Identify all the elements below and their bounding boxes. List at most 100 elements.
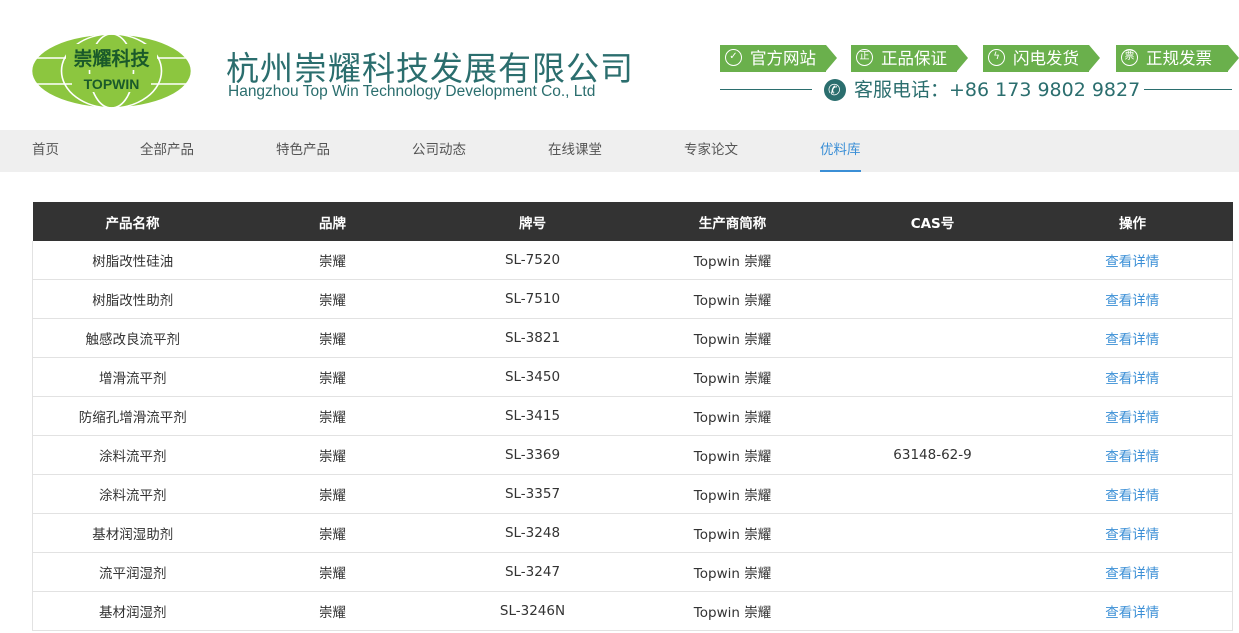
cell-brand: 崇耀 [232, 241, 433, 280]
badge-genuine[interactable]: 正 正品保证 [851, 45, 968, 72]
col-header-brand: 品牌 [232, 202, 433, 241]
cell-product-name: 树脂改性硅油 [32, 241, 233, 280]
cell-manufacturer: Topwin 崇耀 [632, 279, 833, 319]
cell-product-name: 基材润湿助剂 [32, 513, 233, 553]
nav-home[interactable]: 首页 [32, 130, 59, 172]
cell-product-name: 防缩孔增滑流平剂 [32, 396, 233, 436]
view-details-link[interactable]: 查看详情 [1032, 435, 1233, 475]
logo-cn-text: 崇耀科技 [73, 47, 150, 70]
badge-label: 正规发票 [1146, 49, 1212, 68]
divider-right [1144, 89, 1232, 90]
cell-cas [832, 591, 1033, 631]
zheng-circle-icon: 正 [856, 49, 873, 66]
company-name-en: Hangzhou Top Win Technology Development … [228, 83, 596, 100]
badge-label: 闪电发货 [1013, 49, 1079, 68]
badge-fast-delivery[interactable]: ϟ 闪电发货 [983, 45, 1100, 72]
cell-manufacturer: Topwin 崇耀 [632, 357, 833, 397]
cell-manufacturer: Topwin 崇耀 [632, 318, 833, 358]
lightning-icon: ϟ [988, 49, 1005, 66]
cell-grade: SL-3246N [432, 591, 633, 631]
cell-manufacturer: Topwin 崇耀 [632, 435, 833, 475]
phone-icon [824, 79, 846, 101]
nav-featured-products[interactable]: 特色产品 [276, 130, 330, 172]
phone-text: 客服电话：+86 173 9802 9827 [854, 79, 1141, 101]
cell-cas [832, 474, 1033, 514]
cell-product-name: 树脂改性助剂 [32, 279, 233, 319]
cell-grade: SL-7520 [432, 241, 633, 280]
cell-grade: SL-3248 [432, 513, 633, 553]
cell-brand: 崇耀 [232, 396, 433, 436]
cell-brand: 崇耀 [232, 591, 433, 631]
view-details-link[interactable]: 查看详情 [1032, 474, 1233, 514]
cell-grade: SL-3369 [432, 435, 633, 475]
cell-product-name: 增滑流平剂 [32, 357, 233, 397]
cell-cas [832, 241, 1033, 280]
col-header-grade: 牌号 [432, 202, 633, 241]
cell-brand: 崇耀 [232, 474, 433, 514]
logo-en-text: TOPWIN [84, 76, 140, 92]
cell-cas [832, 552, 1033, 592]
badge-label: 官方网站 [750, 49, 816, 68]
cell-cas [832, 513, 1033, 553]
cell-manufacturer: Topwin 崇耀 [632, 591, 833, 631]
cell-cas [832, 318, 1033, 358]
cell-product-name: 流平润湿剂 [32, 552, 233, 592]
view-details-link[interactable]: 查看详情 [1032, 552, 1233, 592]
table-row: 增滑流平剂 崇耀 SL-3450 Topwin 崇耀 查看详情 [32, 357, 1233, 397]
badge-invoice[interactable]: 票 正规发票 [1116, 45, 1239, 72]
cell-grade: SL-3415 [432, 396, 633, 436]
cell-cas [832, 279, 1033, 319]
table-row: 流平润湿剂 崇耀 SL-3247 Topwin 崇耀 查看详情 [32, 552, 1233, 592]
nav-material-library[interactable]: 优料库 [820, 130, 861, 172]
cell-brand: 崇耀 [232, 552, 433, 592]
cell-grade: SL-3247 [432, 552, 633, 592]
col-header-manufacturer: 生产商简称 [632, 202, 833, 241]
table-row: 涂料流平剂 崇耀 SL-3369 Topwin 崇耀 63148-62-9 查看… [32, 435, 1233, 475]
check-circle-icon: ✓ [725, 49, 742, 66]
nav-company-news[interactable]: 公司动态 [412, 130, 466, 172]
nav-expert-papers[interactable]: 专家论文 [684, 130, 738, 172]
view-details-link[interactable]: 查看详情 [1032, 396, 1233, 436]
view-details-link[interactable]: 查看详情 [1032, 279, 1233, 319]
cell-manufacturer: Topwin 崇耀 [632, 552, 833, 592]
view-details-link[interactable]: 查看详情 [1032, 357, 1233, 397]
table-row: 树脂改性助剂 崇耀 SL-7510 Topwin 崇耀 查看详情 [32, 279, 1233, 319]
nav-online-class[interactable]: 在线课堂 [548, 130, 602, 172]
cell-grade: SL-7510 [432, 279, 633, 319]
cell-manufacturer: Topwin 崇耀 [632, 474, 833, 514]
company-logo[interactable]: 崇耀科技 TOPWIN [30, 32, 193, 110]
badge-official-site[interactable]: ✓ 官方网站 [720, 45, 837, 72]
cell-product-name: 触感改良流平剂 [32, 318, 233, 358]
cell-brand: 崇耀 [232, 357, 433, 397]
cell-brand: 崇耀 [232, 318, 433, 358]
cell-cas: 63148-62-9 [832, 435, 1033, 475]
cell-cas [832, 357, 1033, 397]
table-row: 基材润湿助剂 崇耀 SL-3248 Topwin 崇耀 查看详情 [32, 513, 1233, 553]
cell-brand: 崇耀 [232, 435, 433, 475]
table-row: 涂料流平剂 崇耀 SL-3357 Topwin 崇耀 查看详情 [32, 474, 1233, 514]
cell-manufacturer: Topwin 崇耀 [632, 396, 833, 436]
cell-grade: SL-3357 [432, 474, 633, 514]
table-header-row: 产品名称 品牌 牌号 生产商简称 CAS号 操作 [32, 202, 1233, 241]
divider-left [720, 89, 812, 90]
site-header: 崇耀科技 TOPWIN 杭州崇耀科技发展有限公司 Hangzhou Top Wi… [0, 0, 1239, 130]
invoice-circle-icon: 票 [1121, 49, 1138, 66]
nav-all-products[interactable]: 全部产品 [140, 130, 194, 172]
table-row: 防缩孔增滑流平剂 崇耀 SL-3415 Topwin 崇耀 查看详情 [32, 396, 1233, 436]
cell-brand: 崇耀 [232, 513, 433, 553]
cell-brand: 崇耀 [232, 279, 433, 319]
col-header-cas: CAS号 [832, 202, 1033, 241]
cell-grade: SL-3821 [432, 318, 633, 358]
service-badges: ✓ 官方网站 正 正品保证 ϟ 闪电发货 票 正规发票 [720, 45, 1239, 73]
table-row: 树脂改性硅油 崇耀 SL-7520 Topwin 崇耀 查看详情 [32, 241, 1233, 280]
cell-product-name: 涂料流平剂 [32, 435, 233, 475]
view-details-link[interactable]: 查看详情 [1032, 241, 1233, 280]
cell-manufacturer: Topwin 崇耀 [632, 241, 833, 280]
main-nav: 首页 全部产品 特色产品 公司动态 在线课堂 专家论文 优料库 [0, 130, 1239, 172]
view-details-link[interactable]: 查看详情 [1032, 513, 1233, 553]
view-details-link[interactable]: 查看详情 [1032, 318, 1233, 358]
cell-product-name: 基材润湿剂 [32, 591, 233, 631]
table-row: 触感改良流平剂 崇耀 SL-3821 Topwin 崇耀 查看详情 [32, 318, 1233, 358]
col-header-action: 操作 [1032, 202, 1233, 241]
view-details-link[interactable]: 查看详情 [1032, 591, 1233, 631]
